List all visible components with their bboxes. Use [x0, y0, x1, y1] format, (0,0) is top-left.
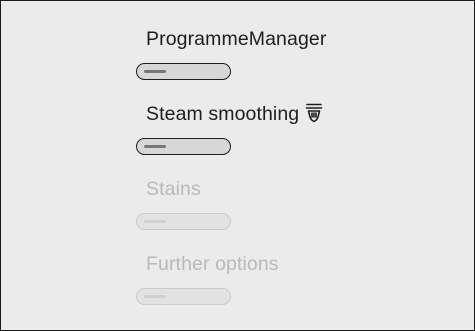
menu-item-steam-smoothing[interactable]: Steam smoothing	[136, 102, 436, 177]
menu-item-label: Further options	[146, 253, 279, 275]
menu-item-label: Steam smoothing	[146, 102, 325, 126]
menu-item-further-options[interactable]: Further options	[136, 252, 436, 327]
programme-manager-toggle[interactable]	[136, 63, 231, 80]
toggle-indicator	[144, 144, 166, 148]
stains-toggle[interactable]	[136, 213, 231, 230]
menu-item-stains[interactable]: Stains	[136, 177, 436, 252]
menu-item-label: Stains	[146, 178, 201, 200]
toggle-indicator	[144, 69, 166, 73]
steam-iron-icon	[305, 103, 323, 123]
further-options-toggle[interactable]	[136, 288, 231, 305]
options-menu: ProgrammeManager Steam smoothing Stains …	[136, 27, 436, 327]
toggle-indicator	[144, 294, 166, 298]
steam-smoothing-toggle[interactable]	[136, 138, 231, 155]
menu-item-label: ProgrammeManager	[146, 28, 327, 50]
toggle-indicator	[144, 219, 166, 223]
menu-item-programme-manager[interactable]: ProgrammeManager	[136, 27, 436, 102]
appliance-display: ProgrammeManager Steam smoothing Stains …	[0, 0, 475, 331]
